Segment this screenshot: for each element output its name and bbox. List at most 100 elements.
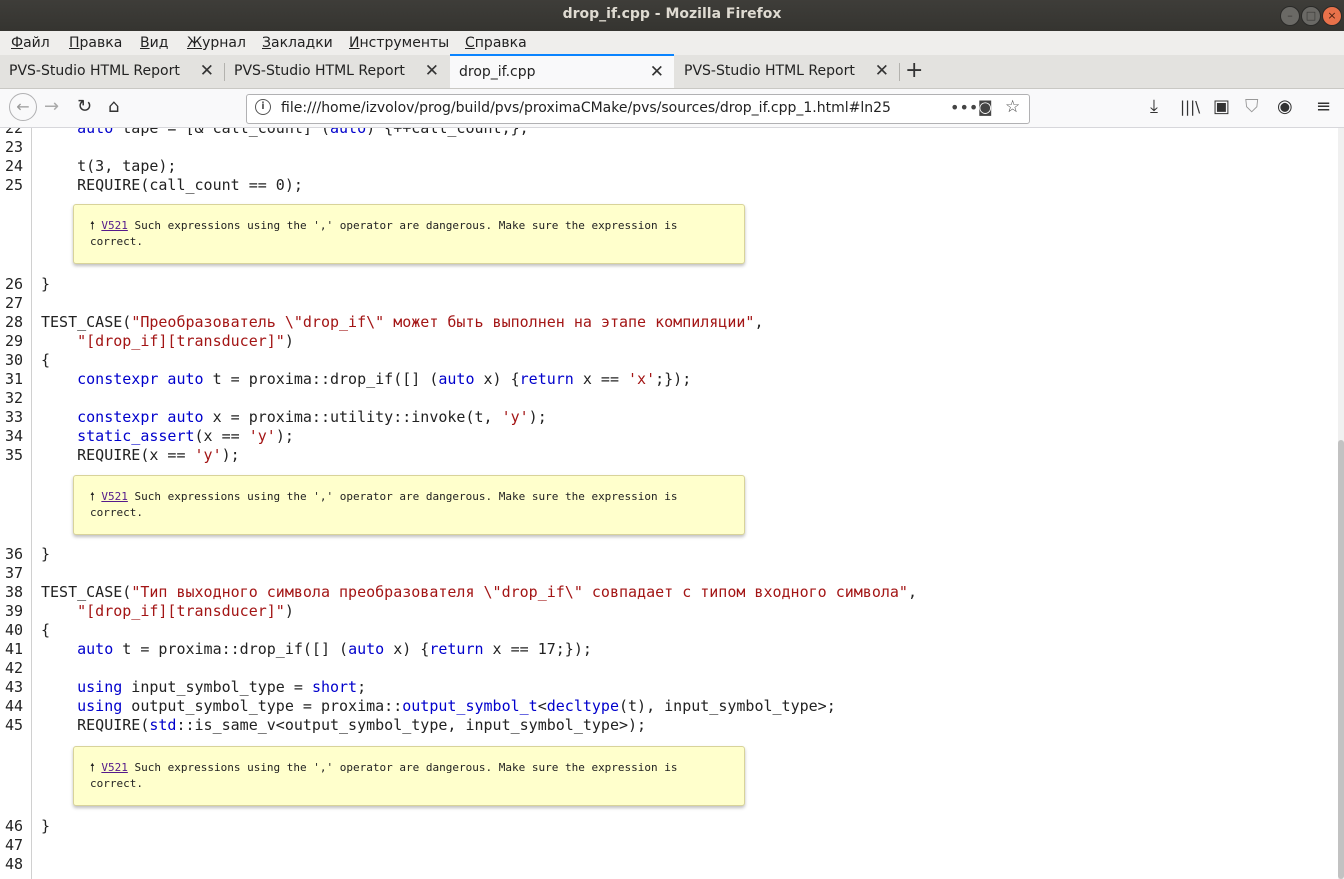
- line-number: 45: [5, 716, 24, 734]
- tab-report-3[interactable]: PVS-Studio HTML Report ✕: [675, 55, 899, 88]
- line-number: 28: [5, 313, 24, 331]
- tab-report-2[interactable]: PVS-Studio HTML Report ✕: [225, 55, 449, 88]
- arrow-up-icon: 🠕: [90, 761, 95, 774]
- warning-message: Such expressions using the ',' operator …: [90, 490, 678, 519]
- line-number: 36: [5, 545, 24, 563]
- arrow-up-icon: 🠕: [90, 219, 95, 232]
- warning-box: 🠕 V521 Such expressions using the ',' op…: [73, 475, 745, 535]
- menu-tools[interactable]: Инструменты: [349, 35, 449, 51]
- code-line: constexpr auto t = proxima::drop_if([] (…: [77, 370, 692, 388]
- info-icon[interactable]: i: [255, 99, 271, 115]
- code-line: {: [41, 351, 51, 369]
- warning-code-link[interactable]: V521: [101, 219, 128, 232]
- warning-code-link[interactable]: V521: [101, 761, 128, 774]
- scroll-thumb[interactable]: [1338, 440, 1344, 879]
- code-line: {: [41, 621, 51, 639]
- bookmark-star-icon[interactable]: ☆: [1005, 97, 1020, 117]
- tab-label: PVS-Studio HTML Report: [9, 63, 180, 79]
- warning-text: 🠕 V521 Such expressions using the ',' op…: [90, 489, 730, 521]
- account-icon[interactable]: ◉: [1277, 96, 1293, 117]
- back-icon[interactable]: ←: [9, 93, 37, 121]
- line-number: 47: [5, 836, 24, 854]
- line-number: 43: [5, 678, 24, 696]
- menu-bookmarks[interactable]: Закладки: [262, 35, 333, 51]
- navigation-bar: ← → ↻ ⌂ i file:///home/izvolov/prog/buil…: [0, 89, 1344, 128]
- line-number: 25: [5, 176, 24, 194]
- code-line: REQUIRE(call_count == 0);: [41, 176, 303, 194]
- line-number: 24: [5, 157, 24, 175]
- downloads-icon[interactable]: ⤓: [1150, 96, 1158, 117]
- code-line: static_assert(x == 'y');: [77, 427, 294, 445]
- menu-file[interactable]: Файл: [11, 35, 50, 51]
- tab-divider: [899, 63, 900, 81]
- menu-bar: Файл Правка Вид Журнал Закладки Инструме…: [0, 31, 1344, 55]
- warning-text: 🠕 V521 Such expressions using the ',' op…: [90, 218, 730, 250]
- code-line: "[drop_if][transducer]"): [77, 602, 294, 620]
- sidebar-icon[interactable]: ▣: [1213, 96, 1230, 117]
- code-line: t(3, tape);: [41, 157, 177, 175]
- close-window-icon[interactable]: ×: [1322, 6, 1342, 26]
- warning-message: Such expressions using the ',' operator …: [90, 761, 678, 790]
- tab-label: PVS-Studio HTML Report: [684, 63, 855, 79]
- code-line: auto t = proxima::drop_if([] (auto x) {r…: [77, 640, 592, 658]
- line-number: 30: [5, 351, 24, 369]
- warning-box: 🠕 V521 Such expressions using the ',' op…: [73, 204, 745, 264]
- warning-message: Such expressions using the ',' operator …: [90, 219, 678, 248]
- forward-icon[interactable]: →: [44, 96, 59, 117]
- warning-code-link[interactable]: V521: [101, 490, 128, 503]
- line-number: 44: [5, 697, 24, 715]
- menu-edit[interactable]: Правка: [69, 35, 122, 51]
- line-number: 34: [5, 427, 24, 445]
- page-actions-icon[interactable]: •••: [950, 98, 978, 117]
- code-line: auto tape = [& call_count] (auto) {++cal…: [77, 128, 529, 137]
- library-icon[interactable]: |||\: [1180, 98, 1200, 116]
- hamburger-menu-icon[interactable]: ≡: [1316, 96, 1331, 117]
- code-line: REQUIRE(std::is_same_v<output_symbol_typ…: [41, 716, 647, 734]
- code-line: REQUIRE(x == 'y');: [41, 446, 240, 464]
- arrow-up-icon: 🠕: [90, 490, 95, 503]
- close-tab-icon[interactable]: ✕: [425, 61, 439, 81]
- line-number: 41: [5, 640, 24, 658]
- shield-icon[interactable]: ⛉: [1245, 96, 1259, 117]
- line-number: 33: [5, 408, 24, 426]
- tab-drop-if[interactable]: drop_if.cpp ✕: [450, 54, 674, 88]
- close-tab-icon[interactable]: ✕: [875, 61, 889, 81]
- warning-box: 🠕 V521 Such expressions using the ',' op…: [73, 746, 745, 806]
- close-tab-icon[interactable]: ✕: [200, 61, 214, 81]
- maximize-icon[interactable]: □: [1301, 6, 1321, 26]
- tab-label: PVS-Studio HTML Report: [234, 63, 405, 79]
- tab-label: drop_if.cpp: [459, 64, 536, 80]
- menu-history[interactable]: Журнал: [187, 35, 246, 51]
- line-number: 48: [5, 855, 24, 873]
- tab-report-1[interactable]: PVS-Studio HTML Report ✕: [0, 55, 224, 88]
- close-tab-icon[interactable]: ✕: [650, 62, 664, 82]
- code-line: }: [41, 275, 51, 293]
- line-number: 27: [5, 294, 24, 312]
- code-line: }: [41, 817, 51, 835]
- pocket-icon[interactable]: ◙: [978, 98, 993, 116]
- code-line: TEST_CASE("Тип выходного символа преобра…: [41, 583, 917, 601]
- scrollbar[interactable]: [1338, 128, 1344, 879]
- code-line: constexpr auto x = proxima::utility::inv…: [77, 408, 547, 426]
- line-number: 40: [5, 621, 24, 639]
- menu-help[interactable]: Справка: [465, 35, 527, 51]
- code-line: using output_symbol_type = proxima::outp…: [77, 697, 836, 715]
- new-tab-icon[interactable]: +: [905, 58, 923, 83]
- home-icon[interactable]: ⌂: [108, 96, 119, 117]
- gutter-divider: [31, 128, 32, 879]
- url-bar[interactable]: i file:///home/izvolov/prog/build/pvs/pr…: [246, 94, 1030, 124]
- url-text[interactable]: file:///home/izvolov/prog/build/pvs/prox…: [281, 100, 891, 116]
- code-line: }: [41, 545, 51, 563]
- line-number: 42: [5, 659, 24, 677]
- line-number: 29: [5, 332, 24, 350]
- code-line: "[drop_if][transducer]"): [77, 332, 294, 350]
- reload-icon[interactable]: ↻: [77, 96, 92, 117]
- code-line: using input_symbol_type = short;: [77, 678, 367, 696]
- line-number: 46: [5, 817, 24, 835]
- minimize-icon[interactable]: –: [1280, 6, 1300, 26]
- window-title: drop_if.cpp - Mozilla Firefox: [562, 6, 782, 22]
- line-number: 32: [5, 389, 24, 407]
- line-number: 22: [5, 128, 24, 137]
- line-number: 31: [5, 370, 24, 388]
- menu-view[interactable]: Вид: [140, 35, 168, 51]
